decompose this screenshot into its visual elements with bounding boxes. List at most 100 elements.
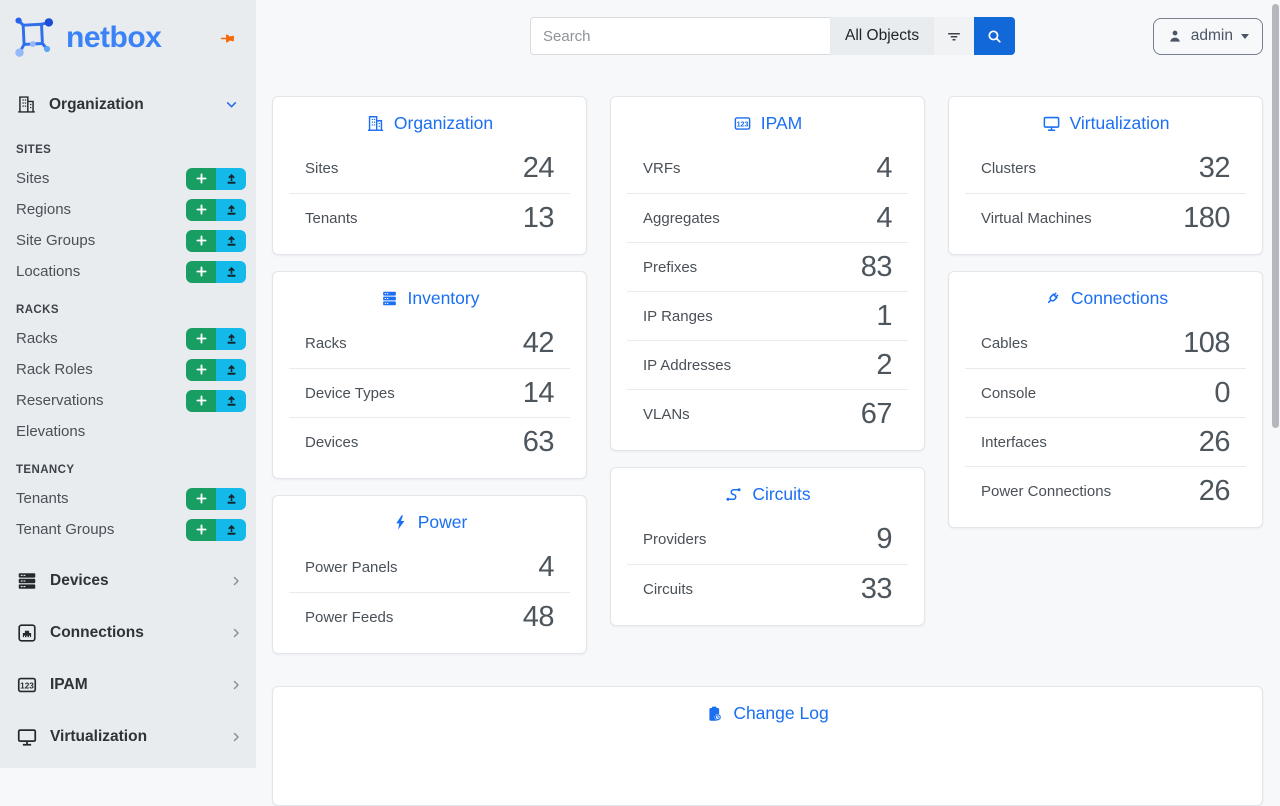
search-input[interactable] xyxy=(530,17,830,55)
sidebar-item-label[interactable]: Tenants xyxy=(16,490,69,507)
sidebar-item-tenant-groups[interactable]: Tenant Groups xyxy=(0,514,256,545)
stat-value[interactable]: 2 xyxy=(876,349,892,382)
sidebar-menu-devices[interactable]: Devices xyxy=(0,555,256,607)
netbox-logo-icon[interactable] xyxy=(14,16,58,60)
user-menu-button[interactable]: admin xyxy=(1153,18,1263,55)
stat-label[interactable]: VRFs xyxy=(643,160,681,177)
card-title-link[interactable]: Connections xyxy=(949,272,1262,319)
stat-value[interactable]: 4 xyxy=(876,152,892,185)
add-button[interactable] xyxy=(186,261,216,283)
sidebar-item-rack-roles[interactable]: Rack Roles xyxy=(0,354,256,385)
search-button[interactable] xyxy=(974,17,1015,55)
stat-label[interactable]: Racks xyxy=(305,335,347,352)
sidebar-item-label[interactable]: Sites xyxy=(16,170,49,187)
stat-value[interactable]: 0 xyxy=(1214,377,1230,410)
stat-label[interactable]: VLANs xyxy=(643,406,690,423)
stat-value[interactable]: 67 xyxy=(861,398,892,431)
sidebar-menu-ipam[interactable]: 123 IPAM xyxy=(0,659,256,711)
sidebar-item-label[interactable]: Elevations xyxy=(16,423,85,440)
import-button[interactable] xyxy=(216,488,246,510)
filter-button[interactable] xyxy=(934,17,974,55)
stat-label[interactable]: Providers xyxy=(643,531,706,548)
stat-value[interactable]: 26 xyxy=(1199,475,1230,508)
stat-value[interactable]: 1 xyxy=(876,300,892,333)
sidebar-item-racks[interactable]: Racks xyxy=(0,323,256,354)
logo-wordmark[interactable]: netbox xyxy=(66,21,161,55)
add-button[interactable] xyxy=(186,199,216,221)
add-button[interactable] xyxy=(186,328,216,350)
stat-value[interactable]: 42 xyxy=(523,327,554,360)
stat-value[interactable]: 48 xyxy=(523,601,554,634)
stat-label[interactable]: Circuits xyxy=(643,581,693,598)
card-title-link[interactable]: Circuits xyxy=(611,468,924,515)
sidebar-item-label[interactable]: Racks xyxy=(16,330,58,347)
scrollbar-thumb[interactable] xyxy=(1272,4,1279,428)
stat-label[interactable]: Virtual Machines xyxy=(981,210,1092,227)
stat-label[interactable]: IP Ranges xyxy=(643,308,713,325)
import-button[interactable] xyxy=(216,230,246,252)
sidebar-item-tenants[interactable]: Tenants xyxy=(0,483,256,514)
sidebar-item-label[interactable]: Site Groups xyxy=(16,232,95,249)
add-button[interactable] xyxy=(186,230,216,252)
stat-label[interactable]: Power Connections xyxy=(981,483,1111,500)
stat-value[interactable]: 9 xyxy=(876,523,892,556)
sidebar-menu-connections[interactable]: Connections xyxy=(0,607,256,659)
sidebar-item-locations[interactable]: Locations xyxy=(0,256,256,287)
sidebar-item-site-groups[interactable]: Site Groups xyxy=(0,225,256,256)
stat-label[interactable]: IP Addresses xyxy=(643,357,731,374)
stat-label[interactable]: Interfaces xyxy=(981,434,1047,451)
sidebar-item-label[interactable]: Reservations xyxy=(16,392,104,409)
stat-label[interactable]: Devices xyxy=(305,434,358,451)
sidebar-item-reservations[interactable]: Reservations xyxy=(0,385,256,416)
sidebar-menu-virtualization[interactable]: Virtualization xyxy=(0,711,256,763)
stat-label[interactable]: Aggregates xyxy=(643,210,720,227)
sidebar-item-label[interactable]: Tenant Groups xyxy=(16,521,114,538)
stat-value[interactable]: 108 xyxy=(1183,327,1230,360)
stat-label[interactable]: Sites xyxy=(305,160,338,177)
import-button[interactable] xyxy=(216,519,246,541)
stat-label[interactable]: Prefixes xyxy=(643,259,697,276)
sidebar-item-label[interactable]: Regions xyxy=(16,201,71,218)
stat-value[interactable]: 4 xyxy=(876,202,892,235)
stat-value[interactable]: 63 xyxy=(523,426,554,459)
sidebar-item-elevations[interactable]: Elevations xyxy=(0,416,256,447)
stat-label[interactable]: Device Types xyxy=(305,385,395,402)
import-button[interactable] xyxy=(216,359,246,381)
card-title-link[interactable]: Inventory xyxy=(273,272,586,319)
card-title-link[interactable]: Virtualization xyxy=(949,97,1262,144)
card-title-link[interactable]: Power xyxy=(273,496,586,543)
import-button[interactable] xyxy=(216,328,246,350)
import-button[interactable] xyxy=(216,390,246,412)
search-scope-dropdown[interactable]: All Objects xyxy=(830,17,934,55)
sidebar-section-organization[interactable]: Organization xyxy=(0,82,256,127)
stat-value[interactable]: 4 xyxy=(538,551,554,584)
card-title-link[interactable]: Change Log xyxy=(273,687,1262,734)
sidebar-item-sites[interactable]: Sites xyxy=(0,163,256,194)
stat-value[interactable]: 14 xyxy=(523,377,554,410)
add-button[interactable] xyxy=(186,390,216,412)
add-button[interactable] xyxy=(186,488,216,510)
stat-value[interactable]: 13 xyxy=(523,202,554,235)
stat-label[interactable]: Power Panels xyxy=(305,559,398,576)
stat-label[interactable]: Cables xyxy=(981,335,1028,352)
stat-value[interactable]: 33 xyxy=(861,573,892,606)
stat-label[interactable]: Clusters xyxy=(981,160,1036,177)
pin-sidebar-icon[interactable] xyxy=(217,28,238,49)
stat-value[interactable]: 180 xyxy=(1183,202,1230,235)
import-button[interactable] xyxy=(216,261,246,283)
add-button[interactable] xyxy=(186,168,216,190)
card-title-link[interactable]: Organization xyxy=(273,97,586,144)
stat-value[interactable]: 26 xyxy=(1199,426,1230,459)
sidebar-item-label[interactable]: Locations xyxy=(16,263,80,280)
sidebar-item-regions[interactable]: Regions xyxy=(0,194,256,225)
sidebar-item-label[interactable]: Rack Roles xyxy=(16,361,93,378)
stat-value[interactable]: 83 xyxy=(861,251,892,284)
card-title-link[interactable]: 123 IPAM xyxy=(611,97,924,144)
stat-label[interactable]: Power Feeds xyxy=(305,609,393,626)
add-button[interactable] xyxy=(186,519,216,541)
stat-label[interactable]: Console xyxy=(981,385,1036,402)
add-button[interactable] xyxy=(186,359,216,381)
import-button[interactable] xyxy=(216,168,246,190)
stat-value[interactable]: 24 xyxy=(523,152,554,185)
stat-label[interactable]: Tenants xyxy=(305,210,358,227)
